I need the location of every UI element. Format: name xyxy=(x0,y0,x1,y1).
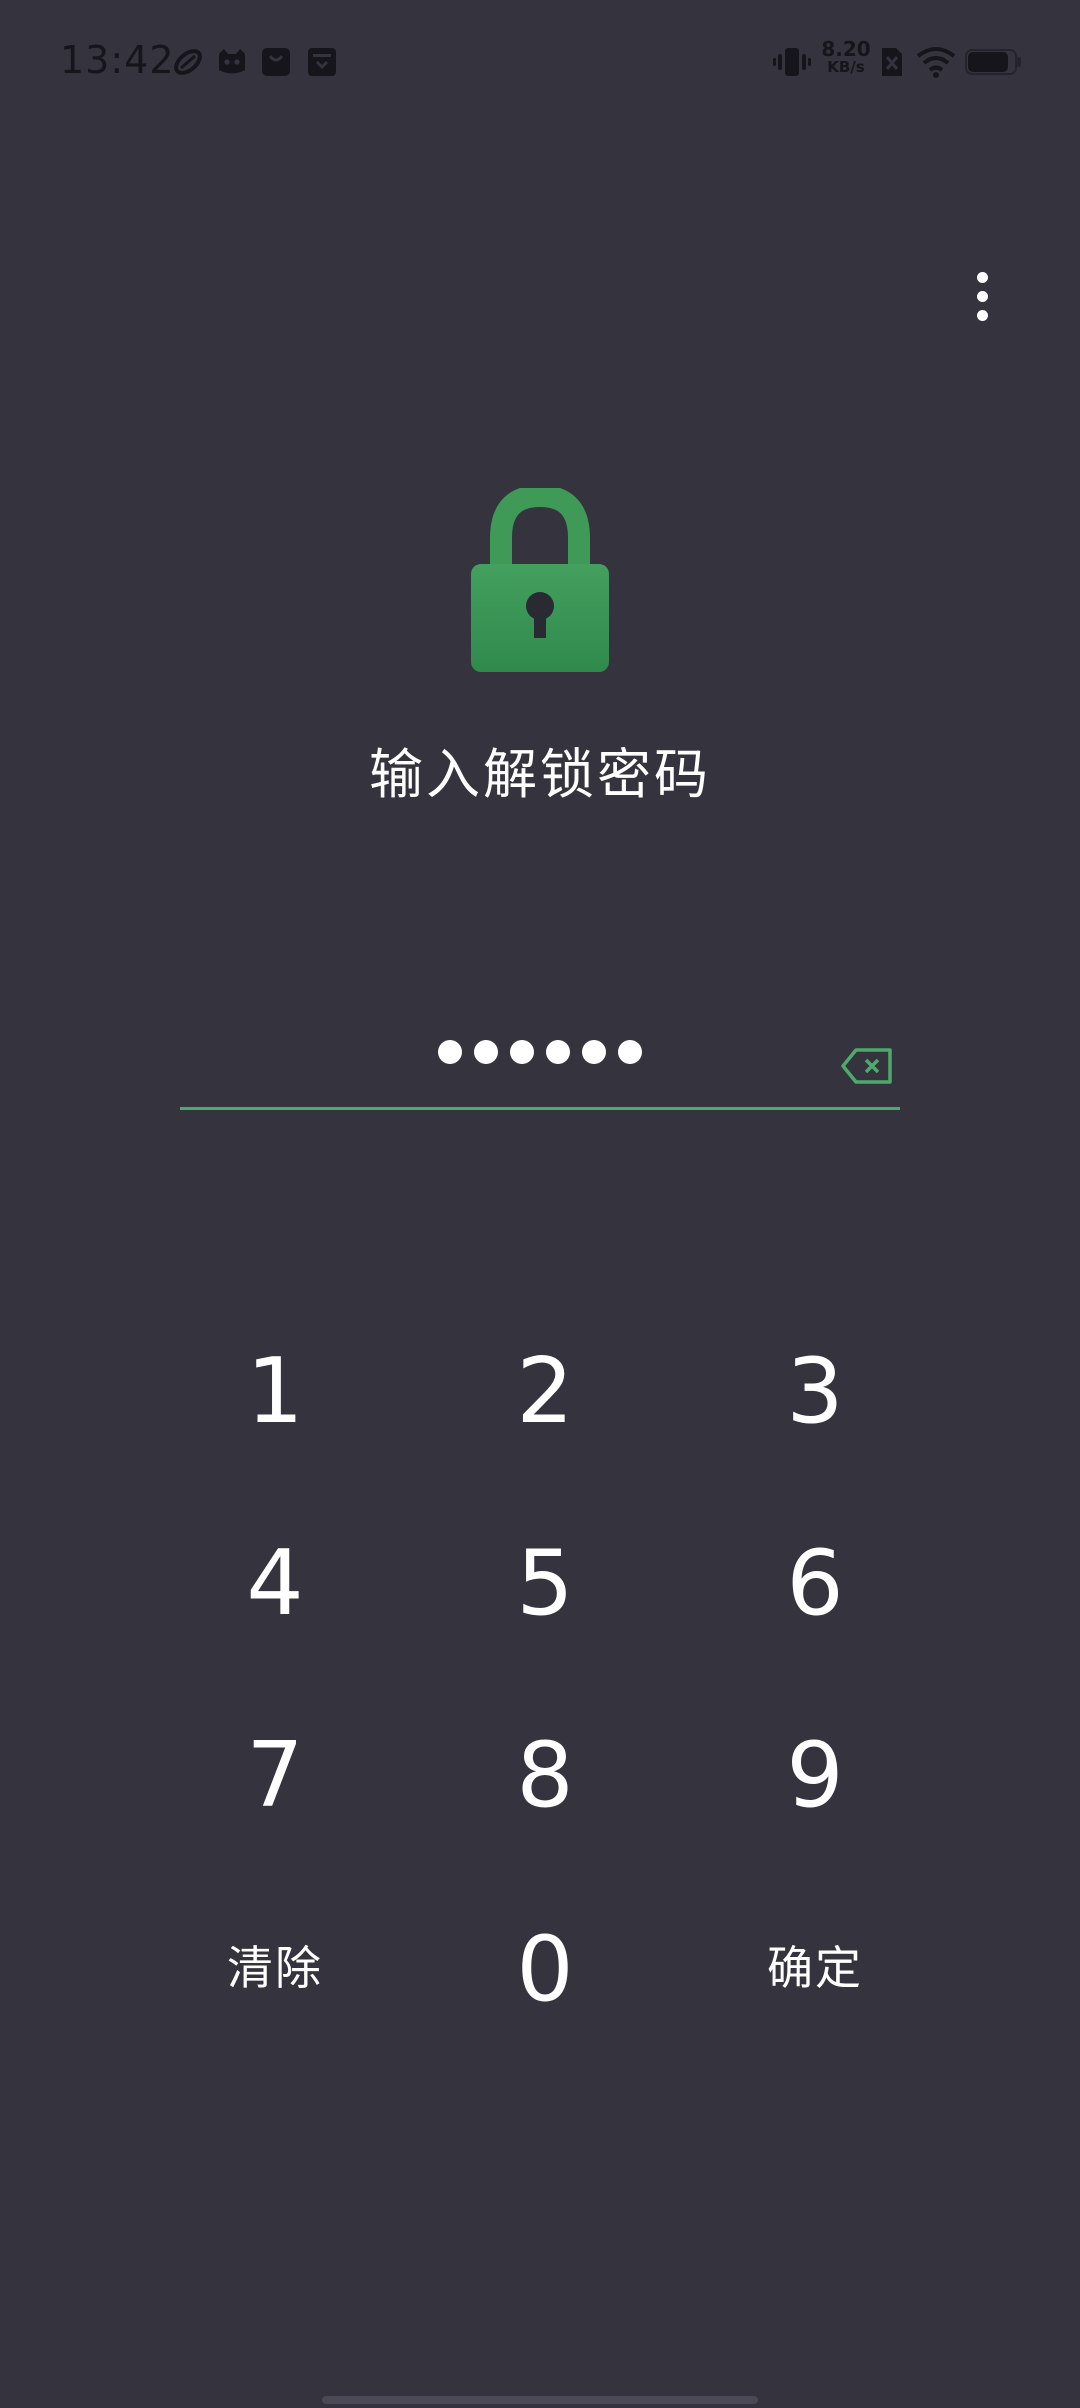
shopping-bag-icon xyxy=(262,48,290,76)
key-8[interactable]: 8 xyxy=(435,1700,655,1850)
backspace-button[interactable] xyxy=(840,1046,894,1086)
password-dot xyxy=(618,1040,642,1064)
status-time: 13:42 xyxy=(60,38,175,82)
password-dot xyxy=(546,1040,570,1064)
clear-button[interactable]: 清除 xyxy=(165,1890,385,2040)
confirm-button[interactable]: 确定 xyxy=(705,1890,925,2040)
more-vertical-icon-dot xyxy=(977,310,988,321)
archive-box-icon xyxy=(308,48,336,76)
password-dot xyxy=(438,1040,462,1064)
page-title: 输入解锁密码 xyxy=(369,743,711,806)
more-options-button[interactable] xyxy=(955,262,1011,332)
backspace-icon xyxy=(841,1048,892,1084)
wifi-icon xyxy=(916,47,956,78)
keypad: 1 2 3 4 5 6 7 8 9 清除 0 确定 xyxy=(0,0,1080,2408)
password-dots xyxy=(180,1040,900,1064)
password-dot xyxy=(474,1040,498,1064)
key-5[interactable]: 5 xyxy=(435,1508,655,1658)
password-dot xyxy=(510,1040,534,1064)
key-9[interactable]: 9 xyxy=(705,1700,925,1850)
key-3[interactable]: 3 xyxy=(705,1316,925,1466)
network-speed: 8.20 KB/s xyxy=(818,37,874,76)
key-6[interactable]: 6 xyxy=(705,1508,925,1658)
key-7[interactable]: 7 xyxy=(165,1700,385,1850)
password-field[interactable] xyxy=(180,1010,900,1110)
vibrate-icon xyxy=(773,48,811,76)
key-2[interactable]: 2 xyxy=(435,1316,655,1466)
padlock-icon xyxy=(471,488,609,672)
battery-icon xyxy=(965,49,1021,75)
sim-disabled-icon xyxy=(882,48,902,76)
key-0[interactable]: 0 xyxy=(435,1894,655,2044)
password-dot xyxy=(582,1040,606,1064)
status-bar: 13:42 8.20 KB/s xyxy=(0,0,1080,130)
more-vertical-icon xyxy=(977,272,988,283)
network-speed-value: 8.20 xyxy=(821,37,871,61)
cat-face-icon xyxy=(219,49,245,74)
gesture-handle[interactable] xyxy=(322,2396,758,2404)
rugby-ball-icon xyxy=(174,49,202,75)
key-4[interactable]: 4 xyxy=(165,1508,385,1658)
more-vertical-icon-dot xyxy=(977,291,988,302)
key-1[interactable]: 1 xyxy=(165,1316,385,1466)
